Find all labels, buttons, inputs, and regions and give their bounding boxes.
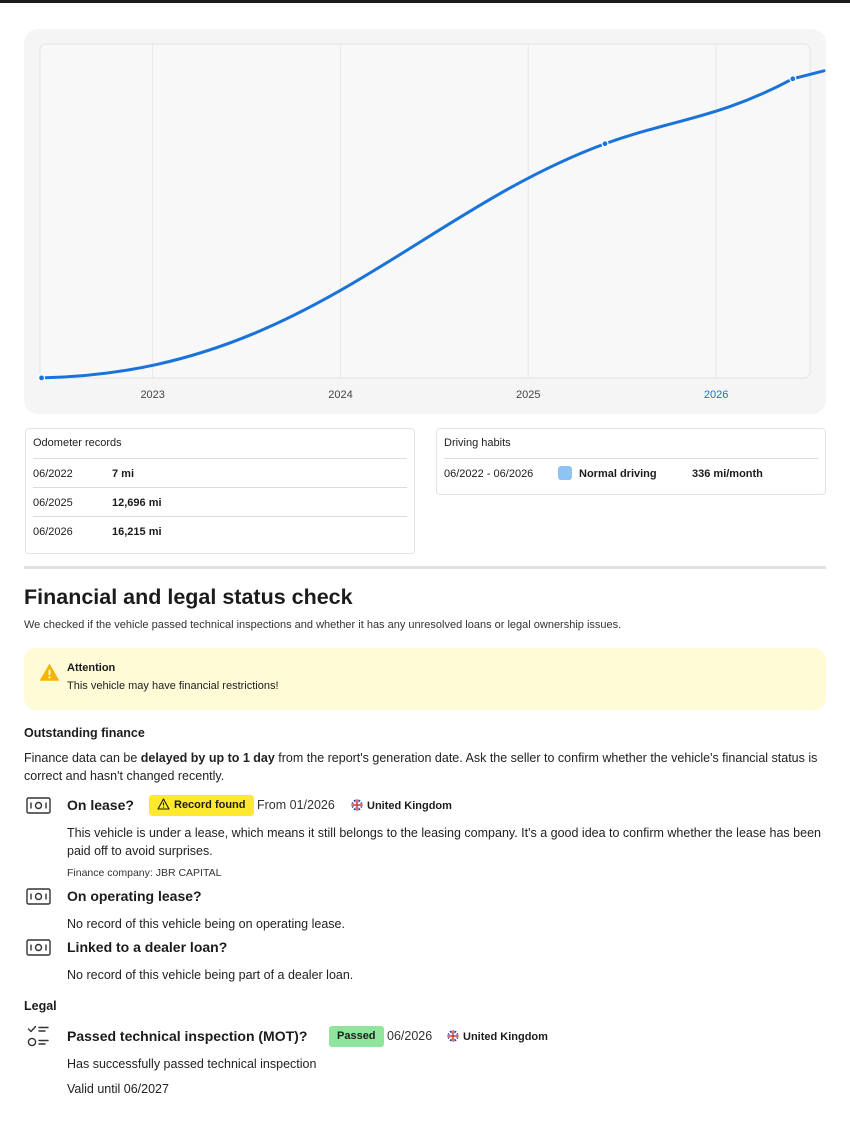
attention-alert: Attention This vehicle may have financia…: [24, 648, 826, 710]
driving-label: Normal driving: [579, 468, 657, 480]
financial-section-title: Financial and legal status check: [24, 585, 353, 609]
odometer-mileage: 16,215 mi: [112, 526, 162, 538]
odometer-point[interactable]: [789, 75, 797, 83]
note-text: Finance data can be: [24, 751, 141, 765]
passed-badge: Passed: [329, 1026, 384, 1047]
odometer-mileage: 7 mi: [112, 468, 135, 480]
driving-habits-row: 06/2022 - 06/2026 Normal driving 336 mi/…: [444, 458, 818, 487]
lease-country: United Kingdom: [351, 799, 452, 812]
driving-rate: 336 mi/month: [692, 468, 763, 480]
badge-label: Record found: [174, 799, 246, 811]
odometer-date: 06/2025: [33, 497, 73, 509]
operating-lease-title: On operating lease?: [67, 888, 202, 904]
record-found-badge: Record found: [149, 795, 254, 816]
odometer-date: 06/2026: [33, 526, 73, 538]
odometer-row: 06/2022 7 mi: [33, 458, 407, 487]
note-emphasis: delayed by up to 1 day: [140, 751, 275, 765]
driving-habits-title: Driving habits: [444, 437, 511, 449]
driving-period: 06/2022 - 06/2026: [444, 468, 534, 480]
country-name: United Kingdom: [367, 800, 452, 812]
x-tick-label: 2023: [140, 389, 164, 401]
odometer-chart: 2023 2024 2025 2026: [24, 29, 826, 414]
x-tick-label: 2024: [328, 389, 352, 401]
uk-flag-icon: [447, 1030, 459, 1042]
odometer-chart-svg: 2023 2024 2025 2026: [37, 43, 826, 401]
odometer-records-title: Odometer records: [33, 437, 122, 449]
financial-section-subtitle: We checked if the vehicle passed technic…: [24, 619, 622, 631]
finance-company: Finance company: JBR CAPITAL: [67, 867, 222, 879]
mot-text: Has successfully passed technical inspec…: [67, 1057, 317, 1071]
mot-country: United Kingdom: [447, 1030, 548, 1043]
driving-habits-panel: Driving habits 06/2022 - 06/2026 Normal …: [436, 428, 826, 495]
normal-driving-swatch: [558, 466, 572, 480]
attention-title: Attention: [67, 662, 116, 674]
mot-title: Passed technical inspection (MOT)?: [67, 1028, 308, 1044]
checklist-icon: [27, 1025, 49, 1047]
banknote-icon: [26, 939, 51, 956]
uk-flag-icon: [351, 799, 363, 811]
lease-date: From 01/2026: [257, 798, 335, 812]
attention-text: This vehicle may have financial restrict…: [67, 680, 279, 692]
odometer-point[interactable]: [601, 140, 609, 148]
warning-outline-icon: [157, 798, 170, 810]
dealer-loan-text: No record of this vehicle being part of …: [67, 968, 354, 982]
x-tick-label: 2025: [516, 389, 540, 401]
legal-heading: Legal: [24, 999, 57, 1013]
section-divider: [24, 566, 826, 569]
odometer-mileage: 12,696 mi: [112, 497, 162, 509]
odometer-records-panel: Odometer records 06/2022 7 mi 06/2025 12…: [25, 428, 415, 554]
odometer-row: 06/2026 16,215 mi: [33, 516, 407, 545]
plot-area: [39, 43, 811, 379]
odometer-date: 06/2022: [33, 468, 73, 480]
country-name: United Kingdom: [463, 1031, 548, 1043]
mot-date: 06/2026: [387, 1029, 433, 1043]
on-lease-text: This vehicle is under a lease, which mea…: [67, 826, 821, 858]
finance-delay-note: Finance data can be delayed by up to 1 d…: [24, 749, 824, 785]
x-tick-label: 2026: [704, 389, 728, 401]
mot-valid-until: Valid until 06/2027: [67, 1082, 169, 1096]
top-border: [0, 0, 850, 3]
odometer-point[interactable]: [37, 374, 46, 382]
banknote-icon: [26, 888, 51, 905]
outstanding-finance-heading: Outstanding finance: [24, 726, 145, 740]
warning-icon: [40, 664, 59, 681]
dealer-loan-title: Linked to a dealer loan?: [67, 939, 228, 955]
on-lease-title: On lease?: [67, 797, 134, 813]
banknote-icon: [26, 797, 51, 814]
odometer-row: 06/2025 12,696 mi: [33, 487, 407, 516]
operating-lease-text: No record of this vehicle being on opera…: [67, 917, 345, 931]
